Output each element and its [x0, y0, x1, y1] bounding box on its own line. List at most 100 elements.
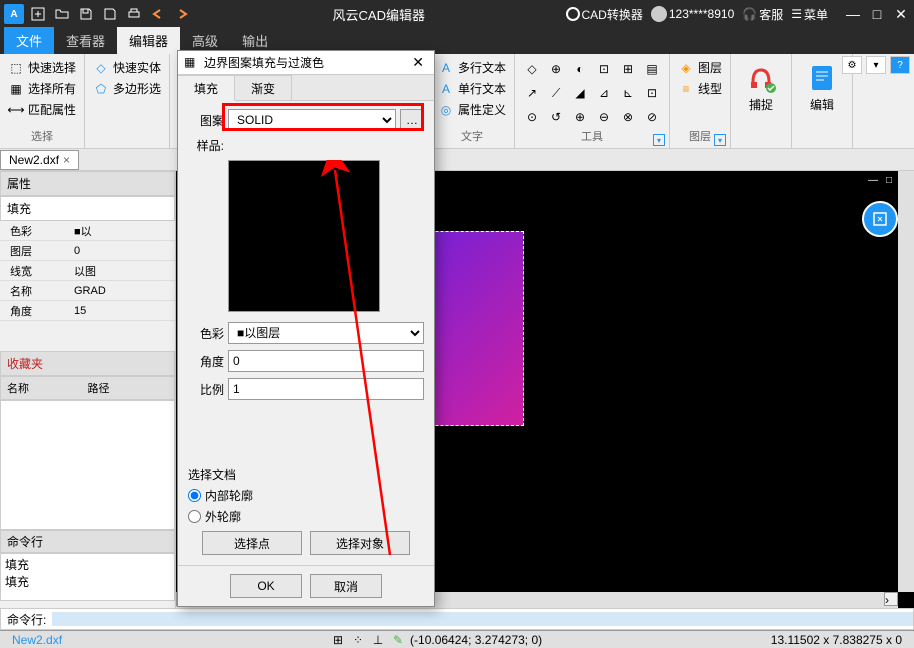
property-row[interactable]: 线宽以图 [0, 261, 175, 281]
tool-icon[interactable]: ⊞ [617, 58, 639, 80]
cancel-button[interactable]: 取消 [310, 574, 382, 598]
open-icon[interactable] [52, 4, 72, 24]
status-filename: New2.dxf [4, 633, 70, 647]
tools-expand-icon[interactable]: ▾ [653, 134, 665, 146]
sample-label: 样品: [188, 137, 224, 154]
status-coords: (-10.06424; 3.274273; 0) [410, 633, 542, 647]
status-grid-icon[interactable]: ⊞ [330, 632, 346, 648]
tool-icon[interactable]: ⊗ [617, 106, 639, 128]
col-path: 路径 [88, 380, 169, 396]
attr-def-button[interactable]: ◎属性定义 [436, 100, 508, 119]
user-info[interactable]: 123****8910 [651, 6, 734, 22]
ok-button[interactable]: OK [230, 574, 302, 598]
tool-icon[interactable]: ⊾ [617, 82, 639, 104]
canvas-minimize-icon[interactable]: — [866, 173, 880, 187]
tool-icon[interactable]: ⊡ [641, 82, 663, 104]
tool-icon[interactable]: ⊕ [545, 58, 567, 80]
canvas-view-button[interactable] [862, 201, 898, 237]
canvas-maximize-icon[interactable]: □ [882, 173, 896, 187]
linetype-button[interactable]: ≡线型 [676, 79, 724, 98]
status-snap-icon[interactable]: ⁘ [350, 632, 366, 648]
properties-title: 属性 [0, 171, 175, 196]
tab-viewer[interactable]: 查看器 [54, 27, 117, 54]
property-row[interactable]: 名称GRAD [0, 281, 175, 301]
save-as-icon[interactable] [100, 4, 120, 24]
undo-icon[interactable] [148, 4, 168, 24]
ribbon-help-icon[interactable]: ? [890, 56, 910, 74]
tool-icon[interactable]: ↗ [521, 82, 543, 104]
cad-converter-button[interactable]: CAD转换器 [566, 6, 643, 23]
dialog-close-button[interactable]: ✕ [408, 54, 428, 71]
hatch-dialog: ▦ 边界图案填充与过渡色 ✕ 填充 渐变 图案 SOLID … 样品: 色彩 ■… [177, 50, 435, 607]
poly-select-button[interactable]: ⬠多边形选 [91, 79, 163, 98]
document-tab[interactable]: New2.dxf× [0, 150, 79, 170]
edit-button[interactable]: 编辑 [798, 58, 846, 117]
tool-icon[interactable]: ⊿ [593, 82, 615, 104]
tool-icon[interactable]: ◐ [569, 58, 591, 80]
close-tab-icon[interactable]: × [63, 153, 70, 167]
redo-icon[interactable] [172, 4, 192, 24]
pattern-select[interactable]: SOLID [228, 109, 396, 131]
tool-icon[interactable]: ⟋ [545, 82, 567, 104]
col-name: 名称 [7, 380, 88, 396]
single-line-text-button[interactable]: A单行文本 [436, 79, 508, 98]
command-title: 命令行 [0, 530, 175, 553]
tab-file[interactable]: 文件 [4, 27, 54, 54]
ribbon-expand-icon[interactable]: ▾ [866, 56, 886, 74]
command-history: 填充 填充 [0, 553, 175, 601]
command-input[interactable] [52, 612, 913, 626]
favorites-header: 名称 路径 [0, 376, 175, 400]
statusbar: New2.dxf ⊞ ⁘ ⊥ ✎ (-10.06424; 3.274273; 0… [0, 630, 914, 648]
select-all-button[interactable]: ▦选择所有 [6, 79, 78, 98]
quick-entity-button[interactable]: ◇快速实体 [91, 58, 163, 77]
internal-contour-radio[interactable] [188, 489, 201, 502]
layer-expand-icon[interactable]: ▾ [714, 134, 726, 146]
favorites-title[interactable]: 收藏夹 [0, 351, 175, 376]
color-select[interactable]: ■以图层 [228, 322, 424, 344]
dialog-title: 边界图案填充与过渡色 [204, 54, 408, 71]
scale-input[interactable] [228, 378, 424, 400]
property-row[interactable]: 图层0 [0, 241, 175, 261]
tool-icon[interactable]: ◇ [521, 58, 543, 80]
ribbon-customize-icon[interactable]: ⚙ [842, 56, 862, 74]
tool-icon[interactable]: ⊕ [569, 106, 591, 128]
tool-icon[interactable]: ⊡ [593, 58, 615, 80]
app-logo: A [4, 4, 24, 24]
fill-label: 填充 [0, 196, 175, 221]
vertical-scrollbar[interactable] [898, 171, 914, 592]
tool-icon[interactable]: ⊖ [593, 106, 615, 128]
print-icon[interactable] [124, 4, 144, 24]
menu-button[interactable]: ☰菜单 [791, 6, 828, 23]
tool-icon[interactable]: ◢ [569, 82, 591, 104]
dialog-tab-gradient[interactable]: 渐变 [235, 75, 292, 100]
tab-editor[interactable]: 编辑器 [117, 27, 180, 54]
save-icon[interactable] [76, 4, 96, 24]
tool-icon[interactable]: ⊙ [521, 106, 543, 128]
pattern-browse-button[interactable]: … [400, 109, 424, 131]
status-ortho-icon[interactable]: ⊥ [370, 632, 386, 648]
support-button[interactable]: 🎧客服 [742, 6, 783, 23]
app-title: 风云CAD编辑器 [192, 5, 566, 24]
close-button[interactable]: ✕ [892, 5, 910, 23]
tool-icon[interactable]: ⊘ [641, 106, 663, 128]
layer-button[interactable]: ◈图层 [676, 58, 724, 77]
tool-icon[interactable]: ▤ [641, 58, 663, 80]
select-object-button[interactable]: 选择对象 [310, 531, 410, 555]
dialog-tab-fill[interactable]: 填充 [178, 75, 235, 101]
command-prompt: 命令行: [1, 611, 52, 628]
multiline-text-button[interactable]: A多行文本 [436, 58, 508, 77]
select-point-button[interactable]: 选择点 [202, 531, 302, 555]
new-icon[interactable] [28, 4, 48, 24]
property-row[interactable]: 角度15 [0, 301, 175, 321]
minimize-button[interactable]: — [844, 5, 862, 23]
match-props-button[interactable]: ⟷匹配属性 [6, 100, 78, 119]
status-polar-icon[interactable]: ✎ [390, 632, 406, 648]
tool-icon[interactable]: ↺ [545, 106, 567, 128]
snap-button[interactable]: 捕捉 [737, 58, 785, 117]
maximize-button[interactable]: □ [868, 5, 886, 23]
quick-select-button[interactable]: ⬚快速选择 [6, 58, 78, 77]
angle-input[interactable] [228, 350, 424, 372]
property-row[interactable]: 色彩■以 [0, 221, 175, 241]
dialog-icon: ▦ [184, 55, 200, 71]
external-contour-radio[interactable] [188, 510, 201, 523]
